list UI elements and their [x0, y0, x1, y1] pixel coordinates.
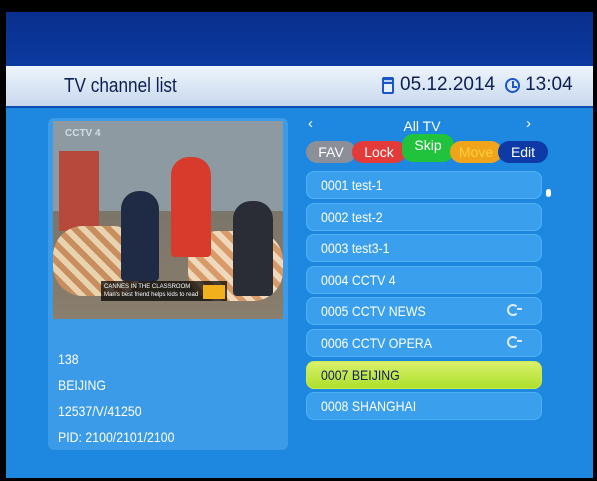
next-category-arrow[interactable]: ›	[526, 115, 531, 132]
channel-label: 0006 CCTV OPERA	[321, 334, 432, 351]
channel-label: 0007 BEIJING	[321, 366, 400, 383]
function-buttons: FAV Lock Skip Move Edit	[306, 134, 548, 163]
scrollbar-thumb[interactable]	[546, 189, 551, 197]
pid-info: PID: 2100/2101/2100	[58, 429, 175, 445]
scrambled-icon	[507, 304, 522, 317]
channel-number: 138	[58, 351, 79, 367]
header-bar: TV channel list 05.12.2014 13:04	[6, 66, 593, 108]
channel-list: 0001 test-1 0002 test-2 0003 test3-1 000…	[306, 171, 542, 424]
channel-row[interactable]: 0008 SHANGHAI	[306, 392, 542, 421]
channel-label: 0004 CCTV 4	[321, 271, 396, 288]
tv-screen: TV channel list 05.12.2014 13:04 CCTV 4 …	[6, 12, 593, 478]
channel-label: 0005 CCTV NEWS	[321, 303, 426, 320]
channel-row[interactable]: 0006 CCTV OPERA	[306, 328, 542, 357]
page-title: TV channel list	[64, 75, 177, 97]
channel-label: 0002 test-2	[321, 208, 383, 225]
top-band	[6, 12, 593, 66]
time-text: 13:04	[525, 74, 573, 95]
category-selector: ‹ All TV ›	[302, 115, 542, 135]
scrambled-icon	[507, 335, 522, 348]
category-label: All TV	[403, 118, 441, 134]
clock-icon	[505, 77, 521, 93]
lock-button[interactable]: Lock	[352, 141, 406, 163]
calendar-icon	[382, 76, 394, 94]
channel-row[interactable]: 0002 test-2	[306, 202, 542, 231]
skip-button[interactable]: Skip	[402, 134, 454, 162]
channel-label: 0001 test-1	[321, 177, 383, 193]
channel-label: 0003 test3-1	[321, 240, 390, 257]
channel-info-panel: CCTV 4 CANNES IN THE CLASSROOM Man's bes…	[48, 118, 288, 450]
channel-logo: CCTV 4	[65, 128, 101, 139]
video-preview: CCTV 4 CANNES IN THE CLASSROOM Man's bes…	[53, 121, 283, 319]
date-text: 05.12.2014	[400, 74, 496, 95]
channel-name: BEIJING	[58, 377, 106, 393]
channel-row[interactable]: 0004 CCTV 4	[306, 265, 542, 294]
date-time: 05.12.2014 13:04	[382, 74, 573, 96]
move-button[interactable]: Move	[450, 141, 502, 163]
channel-row[interactable]: 0003 test3-1	[306, 234, 542, 263]
channel-list-panel: ‹ All TV › FAV Lock Skip Move Edit 0001 …	[302, 115, 558, 445]
edit-button[interactable]: Edit	[498, 141, 548, 163]
channel-row[interactable]: 0005 CCTV NEWS	[306, 297, 542, 326]
fav-button[interactable]: FAV	[306, 141, 356, 163]
news-tag	[203, 285, 225, 299]
transponder-info: 12537/V/41250	[58, 403, 142, 419]
channel-label: 0008 SHANGHAI	[321, 398, 417, 415]
channel-row[interactable]: 0001 test-1	[306, 171, 542, 199]
channel-row-selected[interactable]: 0007 BEIJING	[306, 360, 542, 389]
list-scrollbar[interactable]	[546, 189, 551, 439]
